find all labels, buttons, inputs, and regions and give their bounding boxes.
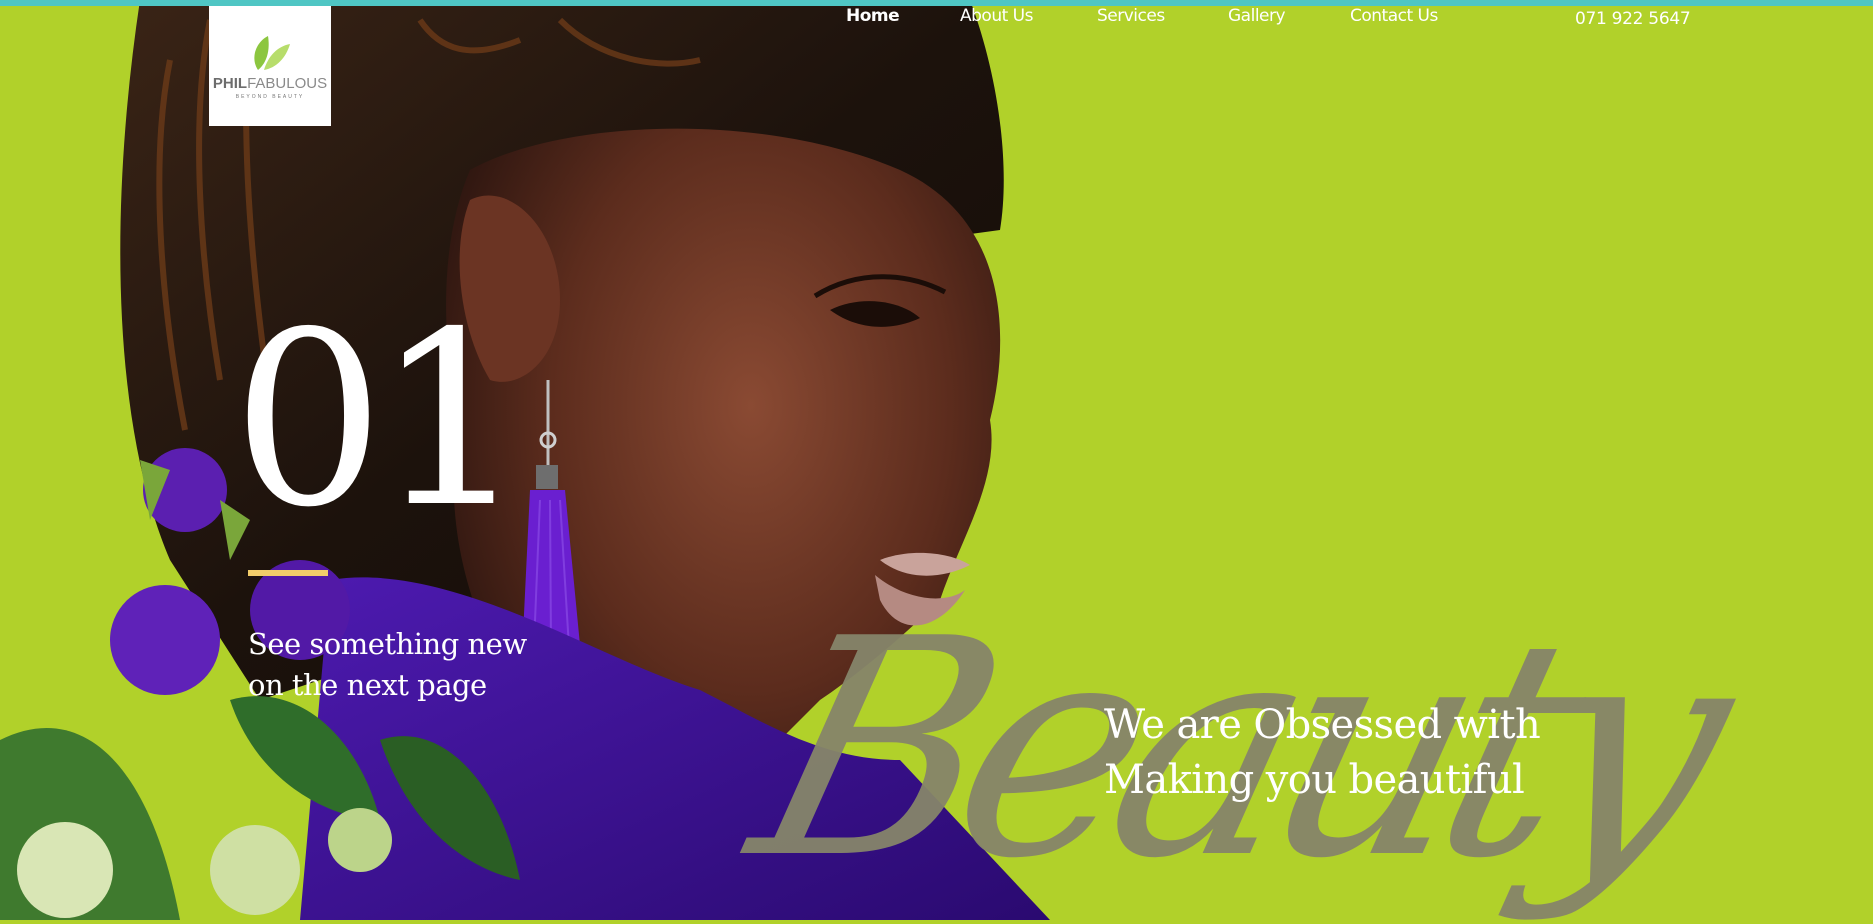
nav-contact-us[interactable]: Contact Us <box>1350 6 1438 26</box>
leaf-icon <box>254 36 290 70</box>
slide-subtitle[interactable]: See something new on the next page <box>248 624 568 706</box>
main-nav: Home About Us Services Gallery Contact U… <box>0 3 1873 29</box>
slide-accent-bar <box>248 570 328 576</box>
hero-headline: We are Obsessed with Making you beautifu… <box>1104 702 1541 803</box>
brand-tagline: BEYOND BEAUTY <box>235 94 305 100</box>
brand-name: PHILFABULOUS <box>212 75 328 92</box>
nav-about-us[interactable]: About Us <box>960 6 1033 26</box>
nav-home[interactable]: Home <box>846 6 900 26</box>
slide-number: 01 <box>232 280 527 560</box>
nav-services[interactable]: Services <box>1097 6 1165 26</box>
phone-number[interactable]: 071 922 5647 <box>1575 9 1691 29</box>
nav-gallery[interactable]: Gallery <box>1228 6 1286 26</box>
